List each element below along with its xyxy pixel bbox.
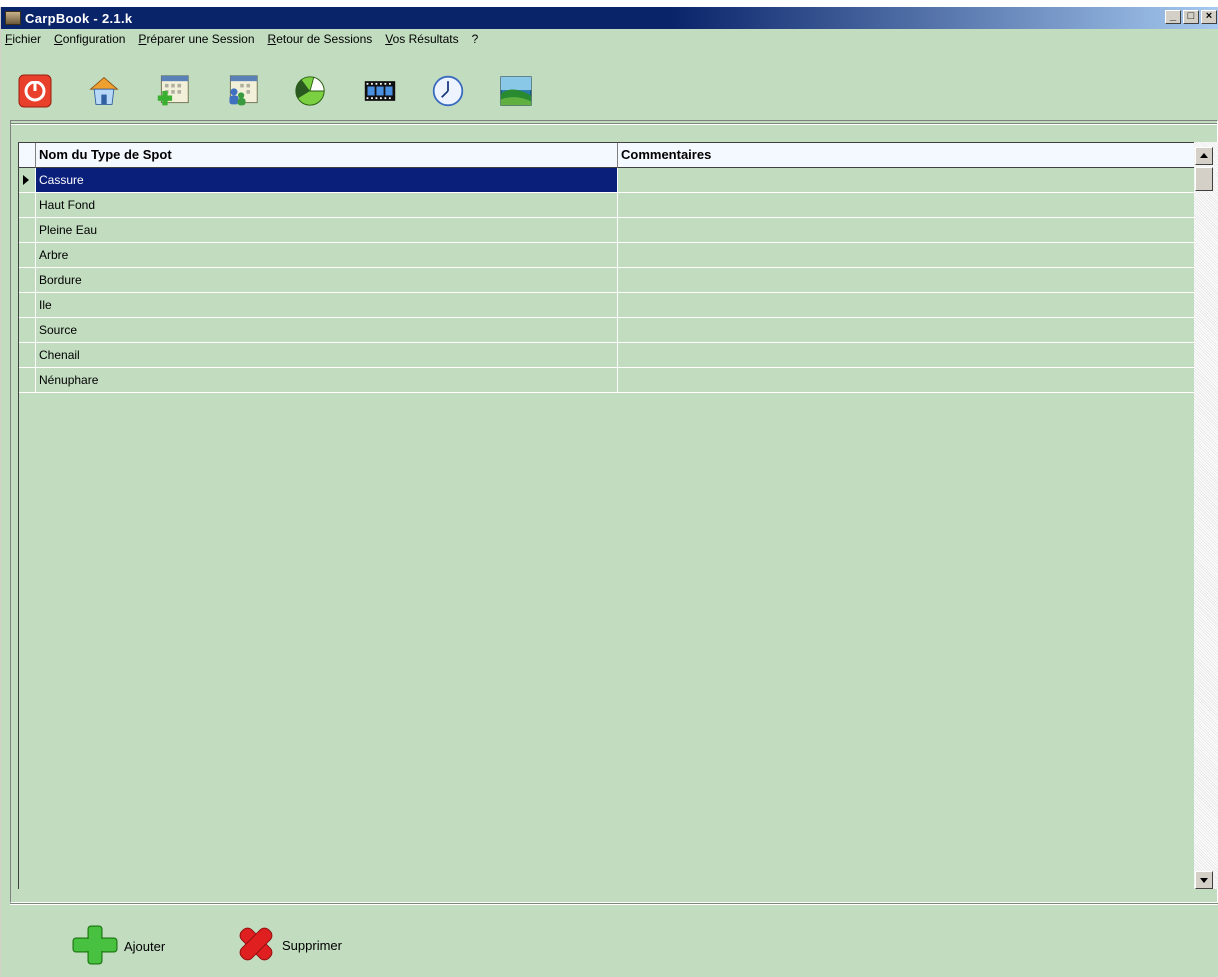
row-name-cell[interactable]: Cassure (36, 168, 618, 193)
row-comment-cell[interactable] (618, 168, 1194, 193)
toolbar (1, 49, 1218, 123)
scroll-up-button[interactable] (1195, 147, 1213, 165)
maximize-button[interactable]: □ (1183, 10, 1199, 24)
table-row[interactable]: Source (19, 318, 1194, 343)
row-name-cell[interactable]: Pleine Eau (36, 218, 618, 243)
row-indicator (19, 318, 36, 343)
row-comment-cell[interactable] (618, 218, 1194, 243)
row-comment-cell[interactable] (618, 343, 1194, 368)
delete-button[interactable]: Supprimer (236, 925, 342, 966)
scroll-down-button[interactable] (1195, 871, 1213, 889)
row-name-cell[interactable]: Source (36, 318, 618, 343)
header-indicator-cell (19, 143, 36, 168)
row-name-cell[interactable]: Nénuphare (36, 368, 618, 393)
row-comment-cell[interactable] (618, 293, 1194, 318)
row-indicator (19, 218, 36, 243)
table-row[interactable]: Pleine Eau (19, 218, 1194, 243)
table-row[interactable]: Nénuphare (19, 368, 1194, 393)
row-name-cell[interactable]: Haut Fond (36, 193, 618, 218)
row-indicator (19, 268, 36, 293)
table-row[interactable]: Arbre (19, 243, 1194, 268)
plus-icon (72, 925, 118, 968)
calendar-add-icon[interactable] (156, 74, 190, 108)
window-controls: _ □ × (1165, 10, 1217, 24)
table-row[interactable]: Chenail (19, 343, 1194, 368)
column-header-name[interactable]: Nom du Type de Spot (36, 143, 618, 168)
pie-chart-icon[interactable] (293, 74, 327, 108)
action-bar: Ajouter Supprimer (0, 905, 1218, 970)
column-header-comments[interactable]: Commentaires (618, 143, 1194, 168)
app-icon (5, 11, 21, 25)
scroll-thumb[interactable] (1195, 167, 1213, 191)
table-row[interactable]: Bordure (19, 268, 1194, 293)
minimize-button[interactable]: _ (1165, 10, 1181, 24)
table-row[interactable]: Ile (19, 293, 1194, 318)
table-row[interactable]: Haut Fond (19, 193, 1194, 218)
menu-configuration[interactable]: Configuration (54, 32, 125, 46)
menu-retour-sessions[interactable]: Retour de Sessions (268, 32, 373, 46)
table-row[interactable]: Cassure (19, 168, 1194, 193)
menu-help[interactable]: ? (472, 32, 479, 46)
menu-vos-resultats[interactable]: Vos Résultats (385, 32, 458, 46)
row-comment-cell[interactable] (618, 193, 1194, 218)
title-bar[interactable]: CarpBook - 2.1.k _ □ × (1, 7, 1218, 29)
row-name-cell[interactable]: Chenail (36, 343, 618, 368)
row-name-cell[interactable]: Bordure (36, 268, 618, 293)
arrow-down-icon (1200, 878, 1208, 883)
power-icon[interactable] (18, 74, 52, 108)
window-title: CarpBook - 2.1.k (25, 10, 133, 26)
delete-button-label: Supprimer (282, 938, 342, 953)
row-comment-cell[interactable] (618, 368, 1194, 393)
row-indicator (19, 343, 36, 368)
row-comment-cell[interactable] (618, 243, 1194, 268)
row-indicator (19, 368, 36, 393)
current-row-arrow-icon (23, 175, 29, 185)
house-icon[interactable] (87, 74, 121, 108)
clock-icon[interactable] (431, 74, 465, 108)
row-name-cell[interactable]: Ile (36, 293, 618, 318)
red-x-icon (236, 925, 276, 966)
grid-header-row: Nom du Type de Spot Commentaires (19, 143, 1194, 168)
landscape-image-icon[interactable] (499, 74, 533, 108)
add-button-label: Ajouter (124, 939, 166, 954)
row-comment-cell[interactable] (618, 268, 1194, 293)
vertical-scrollbar[interactable] (1194, 142, 1218, 889)
row-indicator (19, 168, 36, 193)
menu-bar: Fichier Configuration Préparer une Sessi… (1, 29, 1218, 49)
menu-preparer-session[interactable]: Préparer une Session (138, 32, 254, 46)
row-name-cell[interactable]: Arbre (36, 243, 618, 268)
row-comment-cell[interactable] (618, 318, 1194, 343)
calendar-people-icon[interactable] (225, 74, 259, 108)
film-icon[interactable] (363, 74, 397, 108)
menu-fichier[interactable]: Fichier (5, 32, 41, 46)
add-button[interactable]: Ajouter (72, 925, 165, 968)
row-indicator (19, 193, 36, 218)
row-indicator (19, 293, 36, 318)
close-button[interactable]: × (1201, 10, 1217, 24)
row-indicator (19, 243, 36, 268)
spot-type-grid: Nom du Type de Spot Commentaires Cassure… (18, 142, 1194, 889)
arrow-up-icon (1200, 153, 1208, 158)
